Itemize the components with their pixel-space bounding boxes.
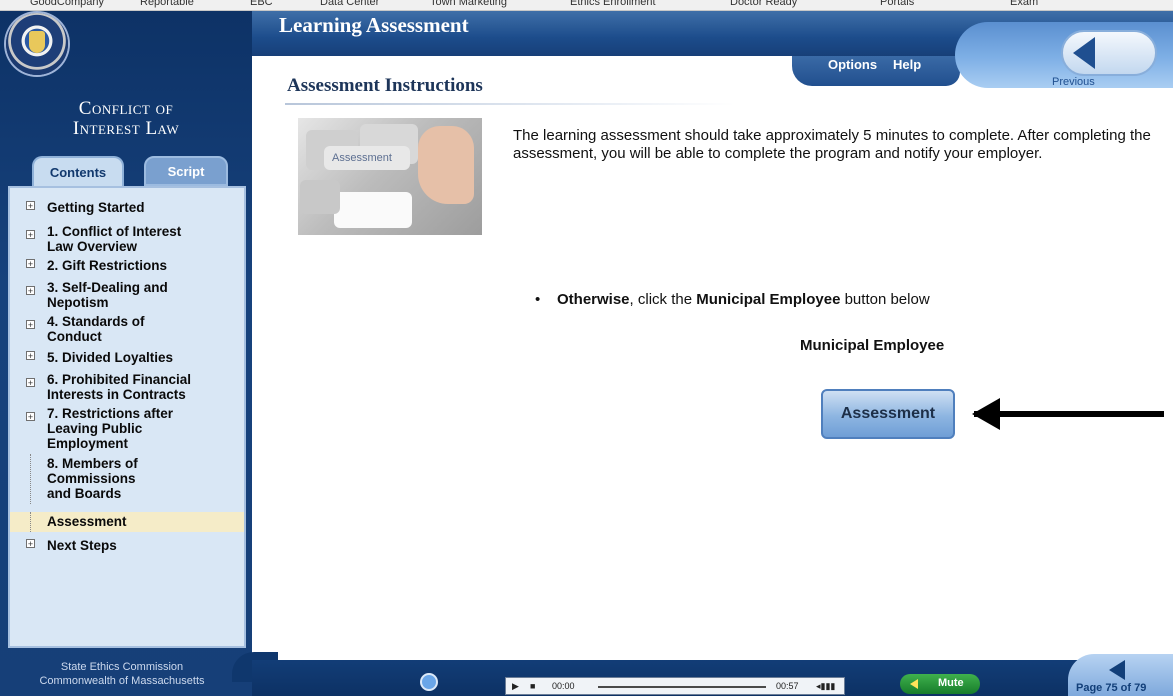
options-help-bar: Options Help: [792, 56, 960, 86]
section-title: Assessment Instructions: [287, 75, 483, 96]
toc-item[interactable]: +2. Gift Restrictions: [10, 256, 244, 274]
toc-item[interactable]: + Getting Started: [10, 198, 244, 216]
toc-item-label: 3. Self-Dealing and Nepotism: [47, 280, 168, 310]
course-title-line2: Interest Law: [72, 118, 180, 139]
toc-item[interactable]: +6. Prohibited Financial Interests in Co…: [10, 370, 244, 402]
sidebar: Conflict of Interest Law Contents Script…: [0, 11, 252, 696]
expand-icon[interactable]: +: [26, 412, 35, 422]
expand-icon[interactable]: +: [26, 230, 35, 240]
hand-icon: [418, 126, 474, 204]
toc-item-label: 1. Conflict of Interest Law Overview: [47, 224, 182, 254]
tab-contents[interactable]: Contents: [32, 156, 124, 186]
intro-text: The learning assessment should take appr…: [513, 127, 1151, 162]
bullet-mid: , click the: [629, 291, 697, 308]
toc-item-label: 6. Prohibited Financial Interests in Con…: [47, 372, 192, 402]
arrow-left-icon[interactable]: [1073, 37, 1095, 69]
toc-item-label: Next Steps: [47, 538, 117, 553]
bookmark-item[interactable]: EBC: [250, 0, 273, 8]
tab-script[interactable]: Script: [144, 156, 228, 186]
toc-item-label: 5. Divided Loyalties: [47, 350, 174, 365]
expand-icon[interactable]: +: [26, 539, 35, 549]
toc-item-label: Assessment: [47, 514, 127, 529]
assessment-button[interactable]: Assessment: [821, 389, 955, 439]
bookmark-item[interactable]: Data Center: [320, 0, 379, 8]
toc-item[interactable]: +1. Conflict of Interest Law Overview: [10, 222, 244, 254]
bullet-lead: Otherwise: [557, 291, 630, 308]
toc-item[interactable]: +4. Standards of Conduct: [10, 312, 244, 344]
expand-icon[interactable]: +: [26, 320, 35, 330]
bookmark-item[interactable]: Reportable: [140, 0, 194, 8]
bookmark-item[interactable]: Doctor Ready: [730, 0, 797, 8]
toc-item[interactable]: +3. Self-Dealing and Nepotism: [10, 278, 244, 310]
bookmark-item[interactable]: GoodCompany: [30, 0, 104, 8]
audio-player: ▶ ■ 00:00 00:57 ◂▮▮▮: [505, 677, 845, 695]
footer-state: Commonwealth of Massachusetts: [39, 675, 205, 687]
current-time: 00:00: [552, 681, 575, 691]
image-label: Assessment: [332, 152, 392, 164]
footer-organization: State Ethics Commission Commonwealth of …: [0, 660, 244, 688]
bookmarks-bar: GoodCompany Reportable EBC Data Center T…: [0, 0, 1173, 11]
tree-connector: [30, 454, 31, 504]
toc-item[interactable]: +7. Restrictions after Leaving Public Em…: [10, 404, 244, 452]
shield-icon: [29, 31, 45, 53]
help-link[interactable]: Help: [893, 57, 921, 72]
toc-item[interactable]: +5. Divided Loyalties: [10, 348, 244, 366]
course-title-line1: Conflict of: [78, 98, 174, 119]
state-seal-logo: [6, 13, 68, 75]
arrow-left-icon[interactable]: [1109, 660, 1125, 680]
bookmark-item[interactable]: Portals: [880, 0, 914, 8]
expand-icon[interactable]: +: [26, 378, 35, 388]
speaker-icon: [910, 679, 918, 689]
bookmark-item[interactable]: Ethics Enrollment: [570, 0, 656, 8]
toc-item-label: Getting Started: [47, 200, 145, 215]
page-title: Learning Assessment: [279, 13, 469, 37]
bullet-icon: •: [535, 291, 541, 308]
tree-connector: [30, 512, 31, 532]
expand-icon[interactable]: +: [26, 201, 35, 211]
bookmark-item[interactable]: Town Marketing: [430, 0, 507, 8]
bookmark-item[interactable]: Exam: [1010, 0, 1038, 8]
toc-item[interactable]: + Next Steps: [10, 536, 244, 554]
play-icon[interactable]: ▶: [512, 681, 519, 692]
pointer-arrow-shaft: [974, 411, 1164, 417]
stop-icon[interactable]: ■: [530, 681, 535, 691]
toc-item[interactable]: 8. Members of Commissions and Boards: [10, 454, 244, 504]
expand-icon[interactable]: +: [26, 259, 35, 269]
mute-button[interactable]: Mute: [900, 674, 980, 694]
toc-item-label: 2. Gift Restrictions: [47, 258, 168, 273]
bullet-bold: Municipal Employee: [696, 291, 841, 308]
bullet-tail: button below: [840, 291, 930, 308]
municipal-employee-heading: Municipal Employee: [800, 337, 945, 354]
arrow-left-icon: [972, 398, 1000, 430]
section-divider: [285, 103, 735, 105]
table-of-contents: + Getting Started +1. Conflict of Interest…: [8, 186, 246, 648]
expand-icon[interactable]: +: [26, 286, 35, 296]
toc-item-label: 8. Members of Commissions and Boards: [47, 456, 138, 501]
expand-icon[interactable]: +: [26, 351, 35, 361]
total-time: 00:57: [776, 681, 799, 691]
refresh-icon[interactable]: [420, 673, 438, 691]
course-title: Conflict of Interest Law: [0, 99, 252, 139]
toc-item[interactable]: Assessment: [10, 512, 244, 532]
toc-item-label: 7. Restrictions after Leaving Public Emp…: [47, 406, 174, 451]
options-link[interactable]: Options: [828, 57, 877, 72]
toc-item-label: 4. Standards of Conduct: [47, 314, 145, 344]
page-indicator: Page 75 of 79: [1076, 682, 1147, 694]
volume-icon[interactable]: ◂▮▮▮: [816, 681, 835, 692]
mute-label: Mute: [938, 677, 964, 689]
assessment-puzzle-image: Assessment: [298, 118, 482, 235]
previous-label[interactable]: Previous: [1052, 76, 1095, 88]
footer-org-name: State Ethics Commission: [60, 661, 184, 673]
seek-slider[interactable]: [598, 686, 766, 688]
